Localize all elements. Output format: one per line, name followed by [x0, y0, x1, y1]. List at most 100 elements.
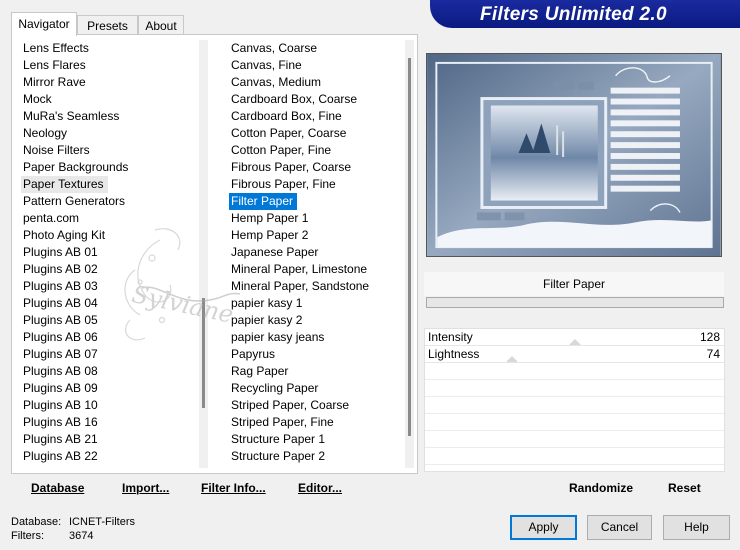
preview-filter-name: Filter Paper	[424, 272, 724, 296]
category-item[interactable]: Plugins AB 02	[21, 261, 193, 278]
filter-item[interactable]: Hemp Paper 2	[229, 227, 399, 244]
category-list[interactable]: Lens Effects Lens Flares Mirror Rave Mock Mu…	[21, 40, 193, 468]
filter-scroll-thumb[interactable]	[408, 58, 411, 436]
category-item[interactable]: penta.com	[21, 210, 193, 227]
category-item[interactable]: Plugins AB 21	[21, 431, 193, 448]
editor-button[interactable]: Editor...	[298, 481, 342, 495]
filter-item[interactable]: Cardboard Box, Fine	[229, 108, 399, 125]
filter-item[interactable]: Recycling Paper	[229, 380, 399, 397]
category-item[interactable]: Plugins AB 03	[21, 278, 193, 295]
filter-info-button[interactable]: Filter Info...	[201, 481, 266, 495]
category-item-label: Noise Filters	[23, 143, 90, 157]
filter-item[interactable]: Papyrus	[229, 346, 399, 363]
category-item-label: Lens Flares	[23, 58, 86, 72]
filter-item[interactable]: Mineral Paper, Limestone	[229, 261, 399, 278]
category-item[interactable]: Lens Effects	[21, 40, 193, 57]
category-item-label: Plugins AB 09	[23, 381, 98, 395]
category-item[interactable]: Plugins AB 05	[21, 312, 193, 329]
category-scrollbar[interactable]	[199, 40, 208, 468]
category-item[interactable]: Neology	[21, 125, 193, 142]
category-item[interactable]: MuRa's Seamless	[21, 108, 193, 125]
filter-item[interactable]: Structure Paper 1	[229, 431, 399, 448]
filter-item[interactable]: Cardboard Box, Coarse	[229, 91, 399, 108]
filter-item-label: Fibrous Paper, Fine	[231, 177, 336, 191]
filter-item-label: Striped Paper, Fine	[231, 415, 334, 429]
filter-scrollbar[interactable]	[405, 40, 414, 468]
tab-presets[interactable]: Presets	[77, 15, 138, 35]
filter-item[interactable]: Fibrous Paper, Coarse	[229, 159, 399, 176]
category-scroll-thumb[interactable]	[202, 298, 205, 408]
category-item-label: Plugins AB 04	[23, 296, 98, 310]
filter-item[interactable]: Canvas, Fine	[229, 57, 399, 74]
filter-list[interactable]: Canvas, Coarse Canvas, Fine Canvas, Medium…	[229, 40, 399, 468]
category-item[interactable]: Mirror Rave	[21, 74, 193, 91]
filter-item[interactable]: Cotton Paper, Fine	[229, 142, 399, 159]
filter-item[interactable]: papier kasy 2	[229, 312, 399, 329]
filter-item[interactable]: papier kasy 1	[229, 295, 399, 312]
import-button[interactable]: Import...	[122, 481, 169, 495]
filter-item-label: Rag Paper	[231, 364, 289, 378]
filter-item[interactable]: Cotton Paper, Coarse	[229, 125, 399, 142]
filter-item-label: Hemp Paper 1	[231, 211, 309, 225]
filter-item[interactable]: Filter Paper	[229, 193, 399, 210]
category-item[interactable]: Plugins AB 07	[21, 346, 193, 363]
slider-thumb[interactable]	[505, 356, 518, 362]
category-item[interactable]: Photo Aging Kit	[21, 227, 193, 244]
filters-count-label: Filters:	[11, 530, 44, 542]
filter-item[interactable]: Rag Paper	[229, 363, 399, 380]
filter-item-label: Fibrous Paper, Coarse	[231, 160, 352, 174]
category-item[interactable]: Plugins AB 01	[21, 244, 193, 261]
filter-item[interactable]: Structure Paper 2	[229, 448, 399, 465]
category-item[interactable]: Plugins AB 22	[21, 448, 193, 465]
filters-count-value: 3674	[69, 530, 94, 542]
filter-item-label: Structure Paper 1	[231, 432, 326, 446]
tab-about[interactable]: About	[138, 15, 184, 35]
category-item[interactable]: Plugins AB 04	[21, 295, 193, 312]
filter-item[interactable]: Japanese Paper	[229, 244, 399, 261]
category-item-label: Plugins AB 03	[23, 279, 98, 293]
param-row[interactable]: Lightness 74	[425, 346, 724, 363]
category-item-label: Photo Aging Kit	[23, 228, 106, 242]
database-button[interactable]: Database	[31, 481, 84, 495]
category-item[interactable]: Noise Filters	[21, 142, 193, 159]
category-item-label: Mock	[23, 92, 52, 106]
slider-thumb[interactable]	[568, 339, 581, 345]
empty-param-row	[425, 431, 724, 448]
filter-item[interactable]: papier kasy jeans	[229, 329, 399, 346]
category-item[interactable]: Plugins AB 16	[21, 414, 193, 431]
category-item[interactable]: Plugins AB 06	[21, 329, 193, 346]
category-item[interactable]: Paper Textures	[21, 176, 193, 193]
empty-param-row	[425, 414, 724, 431]
filter-item[interactable]: Canvas, Medium	[229, 74, 399, 91]
category-item[interactable]: Paper Backgrounds	[21, 159, 193, 176]
category-item-label: Mirror Rave	[23, 75, 86, 89]
category-item[interactable]: Plugins AB 09	[21, 380, 193, 397]
category-item[interactable]: Mock	[21, 91, 193, 108]
empty-param-row	[425, 363, 724, 380]
category-item-label: Neology	[23, 126, 68, 140]
category-item-label: Plugins AB 01	[23, 245, 98, 259]
reset-button[interactable]: Reset	[668, 481, 701, 495]
tab-navigator[interactable]: Navigator	[11, 12, 77, 36]
param-label: Lightness	[428, 347, 480, 361]
param-row[interactable]: Intensity 128	[425, 329, 724, 346]
filter-item[interactable]: Canvas, Coarse	[229, 40, 399, 57]
apply-button[interactable]: Apply	[510, 515, 577, 540]
category-item[interactable]: Plugins AB 10	[21, 397, 193, 414]
randomize-button[interactable]: Randomize	[569, 481, 633, 495]
filter-item[interactable]: Striped Paper, Coarse	[229, 397, 399, 414]
filter-item[interactable]: Mineral Paper, Sandstone	[229, 278, 399, 295]
cancel-button[interactable]: Cancel	[587, 515, 652, 540]
category-item[interactable]: Lens Flares	[21, 57, 193, 74]
category-item-label: penta.com	[23, 211, 80, 225]
filter-item-label: Papyrus	[231, 347, 276, 361]
help-button[interactable]: Help	[663, 515, 730, 540]
category-item[interactable]: Plugins AB 08	[21, 363, 193, 380]
filter-item-label: Recycling Paper	[231, 381, 319, 395]
filter-item[interactable]: Hemp Paper 1	[229, 210, 399, 227]
app-title-banner: Filters Unlimited 2.0	[430, 0, 740, 28]
category-item[interactable]: Pattern Generators	[21, 193, 193, 210]
filter-item[interactable]: Fibrous Paper, Fine	[229, 176, 399, 193]
filter-item[interactable]: Striped Paper, Fine	[229, 414, 399, 431]
category-item-label: Lens Effects	[23, 41, 89, 55]
